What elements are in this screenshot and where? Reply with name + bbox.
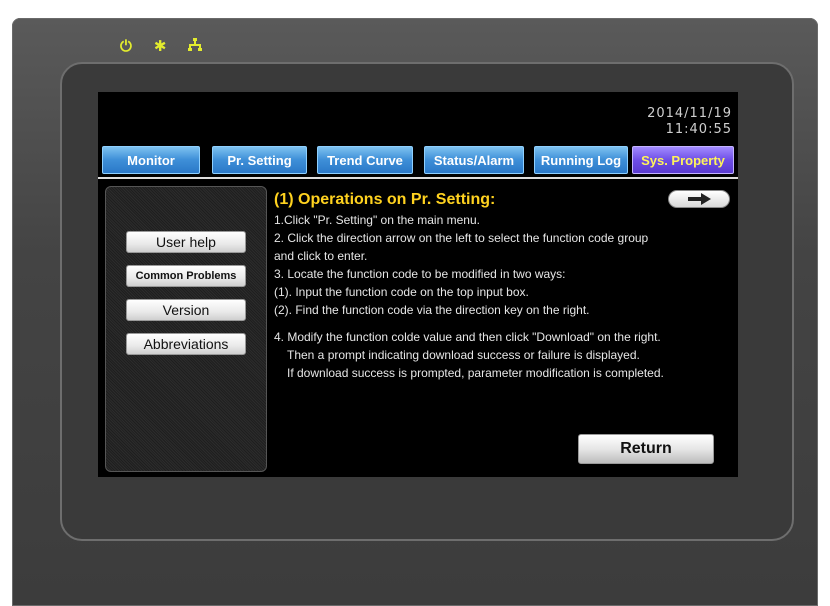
section-heading: (1) Operations on Pr. Setting:	[274, 191, 496, 208]
help-line: 3. Locate the function code to be modifi…	[274, 267, 566, 281]
help-line: If download success is prompted, paramet…	[287, 366, 664, 380]
star-icon: ✱	[153, 37, 167, 55]
help-line: 2. Click the direction arrow on the left…	[274, 231, 649, 245]
next-page-button[interactable]	[668, 190, 730, 208]
help-sidebar: User help Common Problems Version Abbrev…	[105, 186, 267, 472]
user-help-button[interactable]: User help	[126, 231, 246, 253]
help-line: 4. Modify the function colde value and t…	[274, 330, 661, 344]
tab-pr-setting[interactable]: Pr. Setting	[212, 146, 307, 174]
return-button[interactable]: Return	[578, 434, 714, 464]
status-indicators: ⏻ ✱	[120, 37, 203, 55]
tab-divider	[98, 177, 738, 179]
arrow-right-icon	[688, 192, 711, 205]
version-button[interactable]: Version	[126, 299, 246, 321]
help-content: (1) Operations on Pr. Setting: 1.Click "…	[274, 190, 734, 382]
network-icon	[188, 38, 203, 55]
datetime-display: 2014/11/19 11:40:55	[647, 106, 732, 138]
help-line: (2). Find the function code via the dire…	[274, 303, 590, 317]
help-line: (1). Input the function code on the top …	[274, 285, 529, 299]
main-menu-tabs: Monitor Pr. Setting Trend Curve Status/A…	[102, 146, 738, 174]
common-problems-button[interactable]: Common Problems	[126, 265, 246, 287]
tab-monitor[interactable]: Monitor	[102, 146, 200, 174]
hmi-screen: 2014/11/19 11:40:55 Monitor Pr. Setting …	[98, 92, 738, 477]
tab-trend-curve[interactable]: Trend Curve	[317, 146, 413, 174]
help-line: Then a prompt indicating download succes…	[287, 348, 640, 362]
tab-sys-property[interactable]: Sys. Property	[632, 146, 734, 174]
abbreviations-button[interactable]: Abbreviations	[126, 333, 246, 355]
tab-status-alarm[interactable]: Status/Alarm	[424, 146, 524, 174]
power-icon: ⏻	[120, 37, 132, 55]
help-line: and click to enter.	[274, 249, 368, 263]
time-text: 11:40:55	[665, 122, 732, 137]
help-line: 1.Click "Pr. Setting" on the main menu.	[274, 213, 480, 227]
date-text: 2014/11/19	[647, 106, 732, 121]
tab-running-log[interactable]: Running Log	[534, 146, 628, 174]
